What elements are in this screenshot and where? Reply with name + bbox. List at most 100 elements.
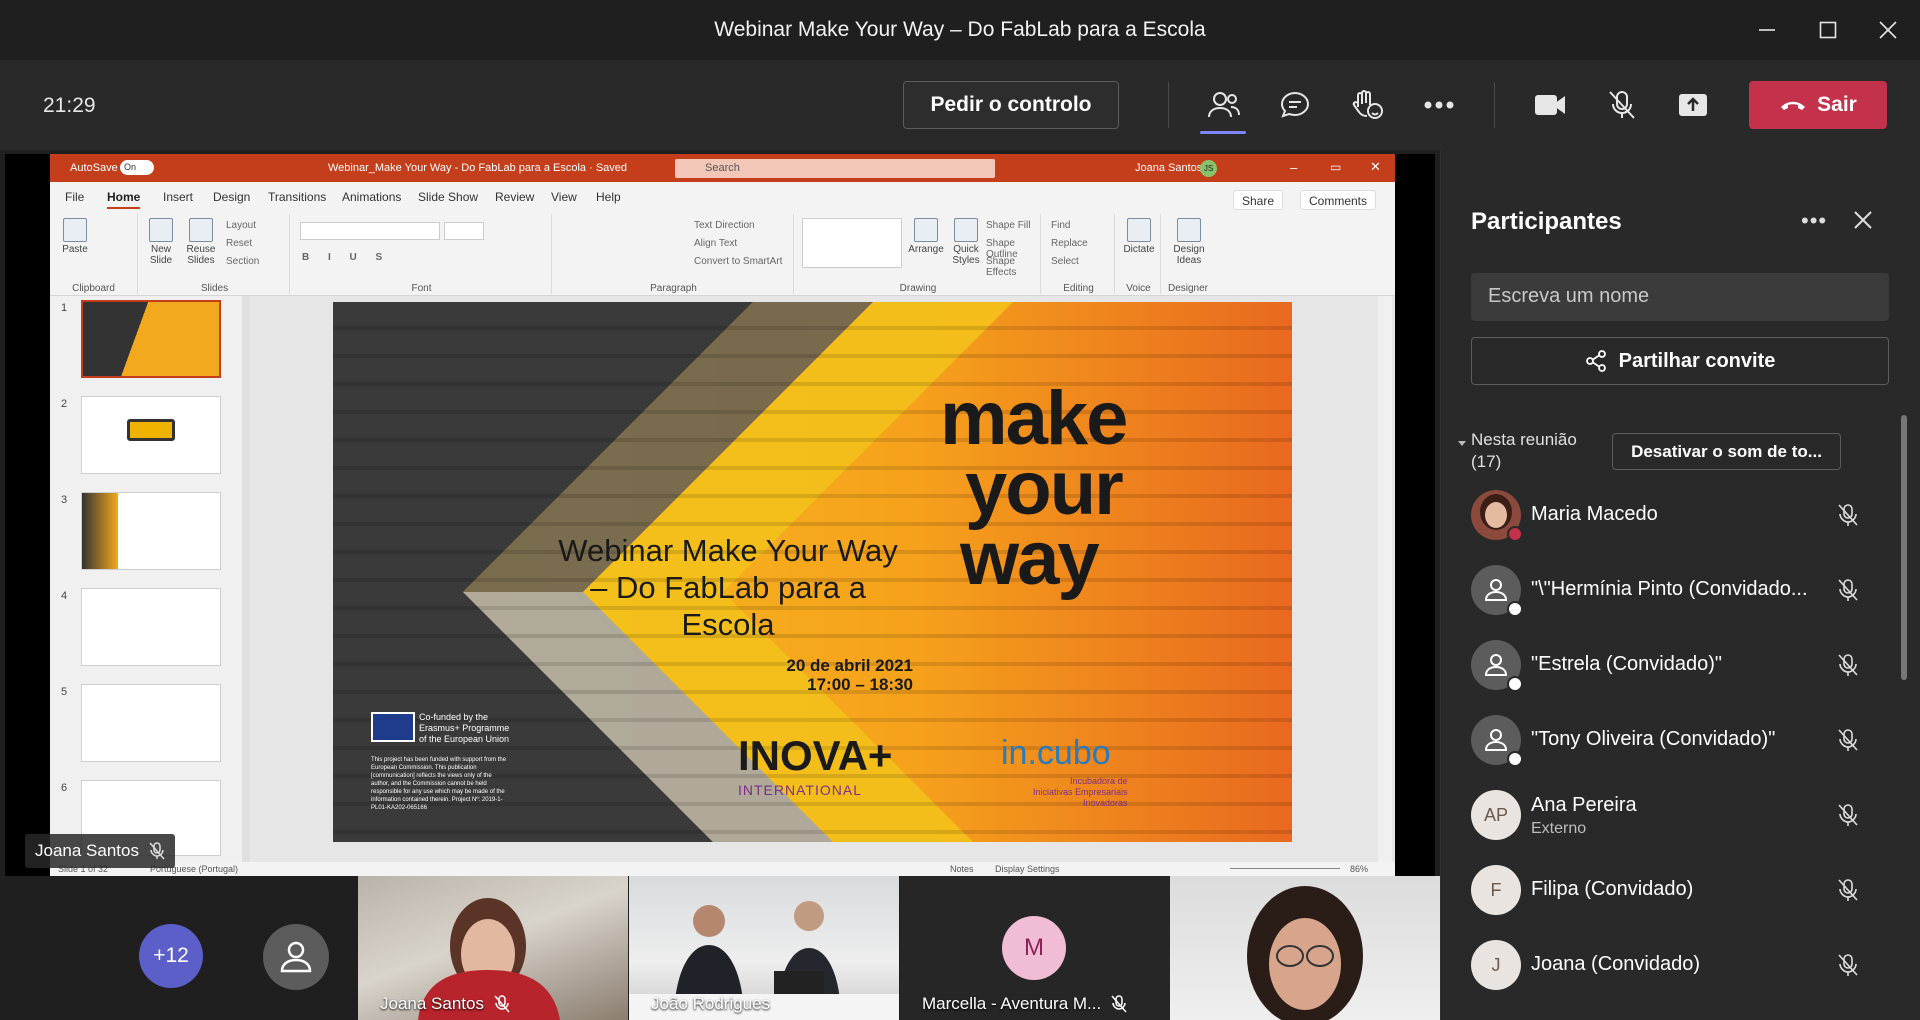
raise-hand-button[interactable] bbox=[1343, 82, 1391, 128]
menu-animations[interactable]: Animations bbox=[342, 190, 401, 204]
more-actions-button[interactable] bbox=[1415, 82, 1463, 128]
menu-design[interactable]: Design bbox=[213, 190, 250, 204]
mute-all-button[interactable]: Desativar o som de to... bbox=[1612, 433, 1841, 470]
section-button[interactable]: Section bbox=[226, 256, 259, 267]
zoom-slider[interactable] bbox=[1230, 868, 1340, 869]
participant-row[interactable]: J Joana (Convidado) bbox=[1471, 935, 1871, 995]
ppt-minimize-icon[interactable]: – bbox=[1290, 160, 1297, 175]
participant-mute-button[interactable] bbox=[1837, 503, 1859, 532]
ppt-share-button[interactable]: Share bbox=[1233, 190, 1284, 210]
participant-row[interactable]: Maria Macedo bbox=[1471, 485, 1871, 545]
new-slide-button[interactable]: New Slide bbox=[142, 218, 180, 266]
panel-scrollbar[interactable] bbox=[1901, 415, 1907, 680]
reuse-slides-button[interactable]: Reuse Slides bbox=[182, 218, 220, 266]
menu-review[interactable]: Review bbox=[495, 190, 534, 204]
participant-mute-button[interactable] bbox=[1837, 728, 1859, 757]
video-tile-joana[interactable]: Joana Santos bbox=[358, 876, 628, 1020]
chevron-down-icon[interactable] bbox=[1457, 440, 1467, 448]
mic-button[interactable] bbox=[1598, 82, 1646, 128]
menu-help[interactable]: Help bbox=[596, 190, 621, 204]
align-text-button[interactable]: Align Text bbox=[694, 238, 737, 249]
quick-styles-button[interactable]: Quick Styles bbox=[946, 218, 986, 266]
slide-thumb-3[interactable] bbox=[81, 492, 221, 570]
font-size-box[interactable] bbox=[444, 222, 484, 240]
current-slide[interactable]: make your way Webinar Make Your Way – Do… bbox=[333, 302, 1292, 842]
convert-smartart-button[interactable]: Convert to SmartArt bbox=[694, 256, 782, 267]
participant-row[interactable]: F Filipa (Convidado) bbox=[1471, 860, 1871, 920]
panel-more-options-icon[interactable]: ••• bbox=[1801, 208, 1827, 234]
zoom-level[interactable]: 86% bbox=[1350, 864, 1368, 874]
shape-effects-button[interactable]: Shape Effects bbox=[986, 256, 1040, 278]
video-tile-participant[interactable] bbox=[1170, 876, 1440, 1020]
minimize-button[interactable] bbox=[1747, 12, 1787, 48]
share-invite-button[interactable]: Partilhar convite bbox=[1471, 337, 1889, 385]
menu-slide-show[interactable]: Slide Show bbox=[418, 190, 478, 204]
font-style-buttons[interactable]: B I U S bbox=[302, 252, 390, 263]
participant-row[interactable]: "\"Hermínia Pinto (Convidado... bbox=[1471, 560, 1871, 620]
ppt-file-name: Webinar_Make Your Way - Do FabLab para a… bbox=[328, 162, 628, 174]
shape-fill-button[interactable]: Shape Fill bbox=[986, 220, 1030, 231]
menu-transitions[interactable]: Transitions bbox=[268, 190, 326, 204]
arrange-button[interactable]: Arrange bbox=[906, 218, 946, 255]
participant-mute-button[interactable] bbox=[1837, 953, 1859, 982]
menu-insert[interactable]: Insert bbox=[163, 190, 193, 204]
chat-button[interactable] bbox=[1271, 82, 1319, 128]
section-in-meeting[interactable]: Nesta reunião (17) bbox=[1471, 429, 1591, 473]
camera-button[interactable] bbox=[1526, 82, 1574, 128]
participant-mute-button[interactable] bbox=[1837, 578, 1859, 607]
participant-search-input[interactable] bbox=[1471, 273, 1889, 321]
ppt-maximize-icon[interactable]: ▭ bbox=[1330, 160, 1341, 174]
participant-row[interactable]: AP Ana Pereira Externo bbox=[1471, 785, 1871, 845]
maximize-button[interactable] bbox=[1808, 12, 1848, 48]
thumbs-scrollbar[interactable] bbox=[242, 296, 250, 862]
close-window-button[interactable] bbox=[1868, 12, 1908, 48]
leave-button[interactable]: Sair bbox=[1749, 81, 1887, 129]
slide-thumbnails: 1 2 3 4 5 6 bbox=[50, 296, 250, 862]
request-control-button[interactable]: Pedir o controlo bbox=[903, 81, 1119, 129]
reset-button[interactable]: Reset bbox=[226, 238, 252, 249]
ppt-close-icon[interactable]: ✕ bbox=[1370, 159, 1381, 175]
layout-button[interactable]: Layout bbox=[226, 220, 256, 231]
slide-scrollbar[interactable] bbox=[1378, 296, 1392, 862]
participant-mute-button[interactable] bbox=[1837, 878, 1859, 907]
display-settings-button[interactable]: Display Settings bbox=[995, 864, 1060, 874]
select-button[interactable]: Select bbox=[1051, 256, 1079, 267]
slide-thumb-2[interactable] bbox=[81, 396, 221, 474]
disclaimer-text: This project has been funded with suppor… bbox=[371, 757, 507, 811]
ribbon-paragraph: Text Direction Align Text Convert to Sma… bbox=[554, 214, 794, 294]
participant-mute-button[interactable] bbox=[1837, 803, 1859, 832]
inova-logo: INOVA+ bbox=[738, 732, 893, 779]
audio-tile-marcella[interactable]: M Marcella - Aventura M... bbox=[900, 876, 1170, 1020]
autosave-toggle[interactable]: On bbox=[120, 160, 154, 175]
panel-close-button[interactable] bbox=[1853, 210, 1873, 235]
ppt-user-avatar[interactable]: JS bbox=[1200, 160, 1217, 177]
share-content-button[interactable] bbox=[1669, 82, 1717, 128]
participants-button[interactable] bbox=[1200, 82, 1248, 128]
slide-thumb-1[interactable] bbox=[81, 300, 221, 378]
find-button[interactable]: Find bbox=[1051, 220, 1070, 231]
ppt-search-box[interactable]: Search bbox=[675, 159, 995, 178]
ppt-editor: 1 2 3 4 5 6 make your way Webinar Make Y… bbox=[50, 296, 1395, 862]
ribbon-clipboard: Paste Clipboard bbox=[50, 214, 138, 294]
font-name-box[interactable] bbox=[300, 222, 440, 240]
video-tile-joao[interactable]: João Rodrigues bbox=[629, 876, 899, 1020]
participant-mute-button[interactable] bbox=[1837, 653, 1859, 682]
anonymous-participant-tile[interactable] bbox=[263, 924, 329, 990]
paste-button[interactable]: Paste bbox=[60, 218, 90, 255]
menu-home[interactable]: Home bbox=[107, 190, 141, 209]
participant-row[interactable]: "Estrela (Convidado)" bbox=[1471, 635, 1871, 695]
participant-row[interactable]: "Tony Oliveira (Convidado)" bbox=[1471, 710, 1871, 770]
design-ideas-button[interactable]: Design Ideas bbox=[1167, 218, 1211, 266]
menu-view[interactable]: View bbox=[551, 190, 577, 204]
replace-button[interactable]: Replace bbox=[1051, 238, 1088, 249]
ppt-comments-button[interactable]: Comments bbox=[1300, 190, 1377, 210]
dictate-button[interactable]: Dictate bbox=[1119, 218, 1159, 255]
slide-thumb-4[interactable] bbox=[81, 588, 221, 666]
text-direction-button[interactable]: Text Direction bbox=[694, 220, 755, 231]
shapes-gallery[interactable] bbox=[802, 218, 902, 268]
more-participants-badge[interactable]: +12 bbox=[139, 924, 203, 988]
mic-off-icon bbox=[1838, 954, 1858, 976]
notes-button[interactable]: Notes bbox=[950, 864, 974, 874]
menu-file[interactable]: File bbox=[65, 190, 84, 204]
slide-thumb-5[interactable] bbox=[81, 684, 221, 762]
